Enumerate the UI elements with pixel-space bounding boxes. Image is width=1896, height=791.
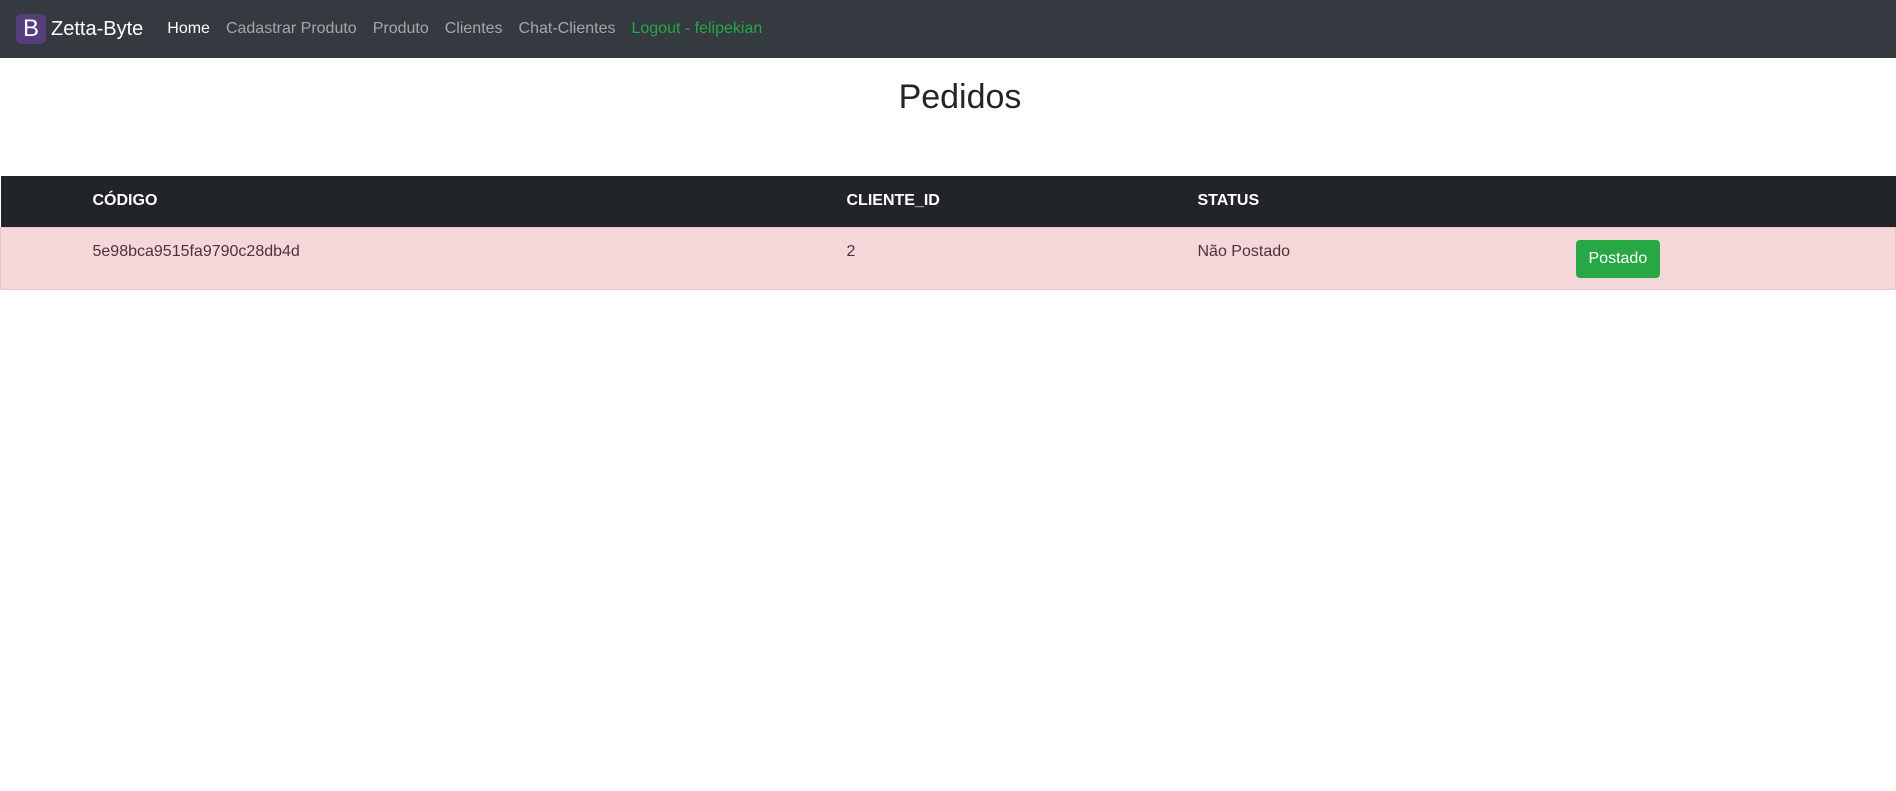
nav-cadastrar-produto[interactable]: Cadastrar Produto	[226, 20, 357, 38]
nav-home[interactable]: Home	[167, 20, 210, 38]
header-spacer	[1, 176, 93, 227]
page-title: Pedidos	[898, 78, 1022, 116]
nav-chat-clientes[interactable]: Chat-Clientes	[519, 20, 616, 38]
header-status: STATUS	[1197, 192, 1260, 210]
cell-status: Não Postado	[1197, 242, 1291, 260]
brand-link[interactable]: B Zetta-Byte	[16, 14, 143, 44]
postado-button[interactable]: Postado	[1575, 239, 1661, 278]
brand-name: Zetta-Byte	[51, 17, 144, 40]
cell-codigo: 5e98bca9515fa9790c28db4d	[92, 242, 300, 260]
table-row: 5e98bca9515fa9790c28db4d 2 Não Postado P…	[0, 227, 1896, 289]
top-navbar: B Zetta-Byte Home Cadastrar Produto Prod…	[0, 0, 1896, 58]
table-body: 5e98bca9515fa9790c28db4d 2 Não Postado P…	[0, 227, 1896, 289]
nav-logout[interactable]: Logout - felipekian	[631, 20, 762, 38]
nav-produto[interactable]: Produto	[373, 20, 429, 38]
header-action	[1576, 176, 1896, 227]
bootstrap-logo-icon: B	[16, 14, 46, 44]
cell-cliente-id: 2	[846, 242, 856, 260]
header-codigo: CÓDIGO	[92, 192, 158, 210]
table-header-row: CÓDIGO CLIENTE_ID STATUS	[0, 176, 1896, 227]
nav-clientes[interactable]: Clientes	[445, 20, 503, 38]
header-cliente-id: CLIENTE_ID	[846, 192, 940, 210]
cell-action: Postado	[1575, 227, 1896, 289]
row-spacer	[1, 227, 93, 289]
table-header: CÓDIGO CLIENTE_ID STATUS	[0, 176, 1896, 227]
orders-table: CÓDIGO CLIENTE_ID STATUS 5e98bca9515fa97…	[0, 176, 1896, 290]
